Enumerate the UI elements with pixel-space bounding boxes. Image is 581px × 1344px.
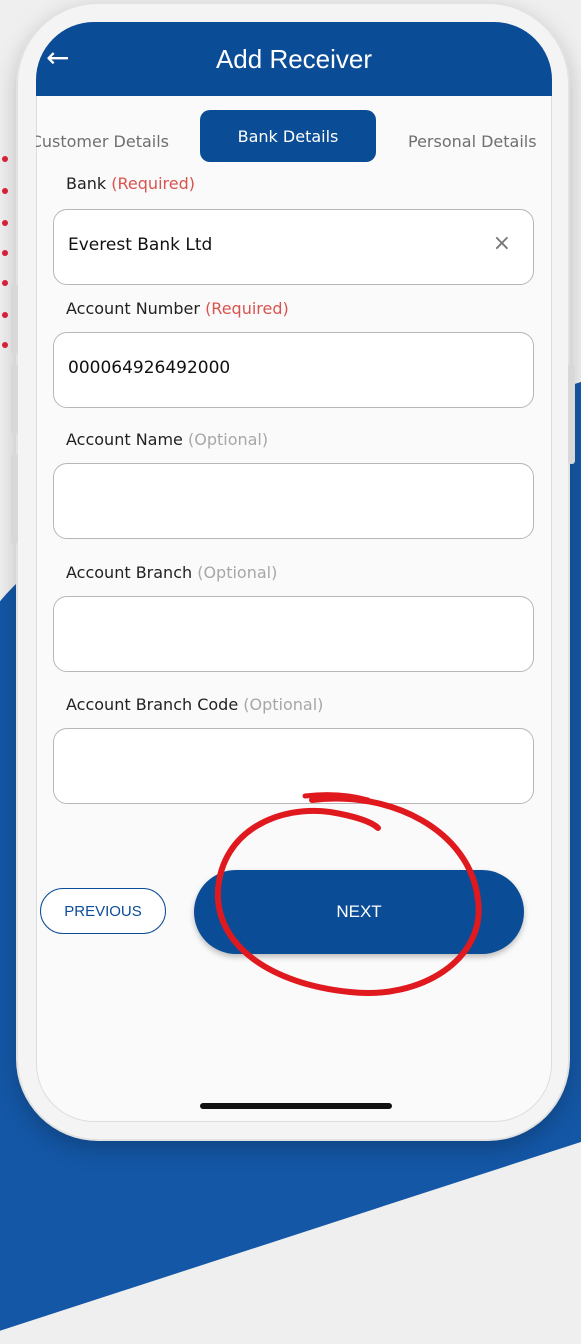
bank-select-field[interactable]: Everest Bank Ltd × [53, 209, 534, 285]
account-branch-code-label: Account Branch Code (Optional) [66, 695, 323, 714]
tab-bank-details[interactable]: Bank Details [200, 110, 376, 162]
tab-personal-details[interactable]: Personal Details [408, 132, 537, 151]
required-tag: (Required) [205, 299, 289, 318]
next-button[interactable]: NEXT [194, 870, 524, 954]
optional-tag: (Optional) [197, 563, 278, 582]
account-name-label-text: Account Name [66, 430, 183, 449]
account-branch-code-label-text: Account Branch Code [66, 695, 239, 714]
page-title: Add Receiver [215, 43, 373, 74]
account-branch-field[interactable] [53, 596, 534, 672]
phone-side-button [11, 364, 18, 434]
phone-screen: ← Add Receiver Customer Details Bank Det… [36, 22, 552, 1122]
account-branch-label-text: Account Branch [66, 563, 193, 582]
account-branch-code-field[interactable] [53, 728, 534, 804]
clear-icon[interactable]: × [493, 232, 511, 256]
optional-tag: (Optional) [243, 695, 324, 714]
account-number-label: Account Number (Required) [66, 299, 289, 318]
tab-customer-details[interactable]: Customer Details [36, 132, 169, 151]
bank-label-text: Bank [66, 174, 107, 193]
account-name-label: Account Name (Optional) [66, 430, 268, 449]
account-name-field[interactable] [53, 463, 534, 539]
phone-side-button [11, 284, 18, 354]
back-arrow-icon[interactable]: ← [46, 43, 69, 73]
phone-side-button [568, 364, 575, 464]
phone-side-button [11, 454, 18, 544]
optional-tag: (Optional) [187, 430, 269, 449]
bank-value: Everest Bank Ltd [68, 235, 213, 255]
required-tag: (Required) [111, 174, 195, 193]
app-header: ← Add Receiver [36, 22, 552, 96]
bank-label: Bank (Required) [66, 174, 195, 193]
account-number-value: 000064926492000 [68, 358, 231, 378]
account-branch-label: Account Branch (Optional) [66, 563, 277, 582]
previous-button[interactable]: PREVIOUS [40, 888, 166, 934]
tab-bar: Customer Details Bank Details Personal D… [36, 96, 552, 166]
home-indicator [200, 1103, 392, 1109]
account-number-field[interactable]: 000064926492000 [53, 332, 534, 408]
account-number-label-text: Account Number [66, 299, 200, 318]
